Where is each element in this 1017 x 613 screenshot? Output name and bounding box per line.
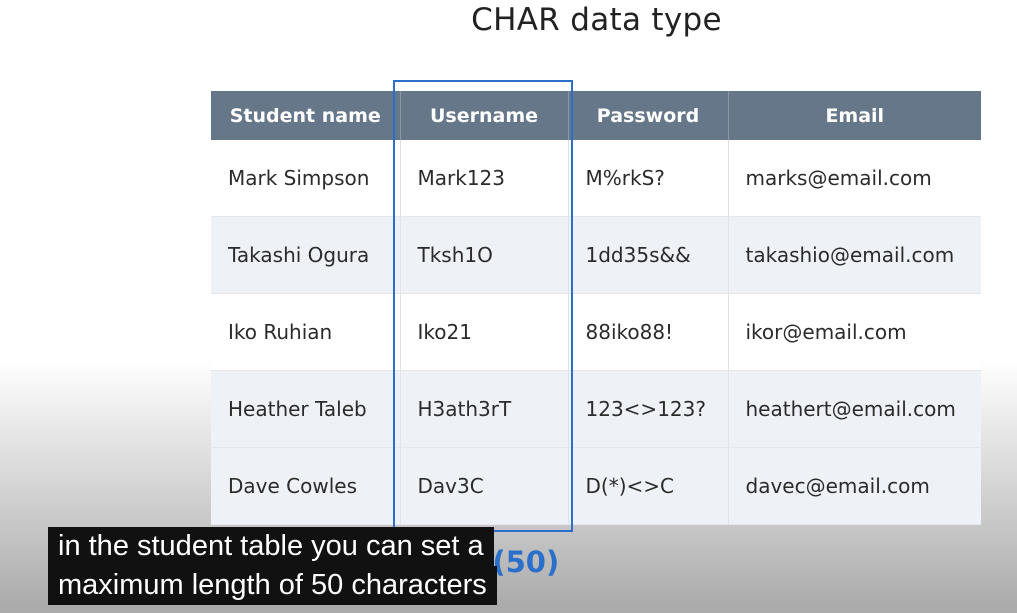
cell-email: takashio@email.com <box>728 216 981 294</box>
cell-email: marks@email.com <box>728 140 981 217</box>
cell-password: D(*)<>C <box>568 447 729 525</box>
cell-email: heathert@email.com <box>728 370 981 448</box>
cell-password: M%rkS? <box>568 140 729 217</box>
table-row: Dave Cowles Dav3C D(*)<>C davec@email.co… <box>211 447 981 525</box>
video-caption: in the student table you can set a maxim… <box>48 527 497 605</box>
header-email: Email <box>728 91 981 140</box>
table-header-row: Student name Username Password Email <box>211 91 981 140</box>
header-student-name: Student name <box>211 91 401 140</box>
caption-line-2: maximum length of 50 characters <box>48 566 497 605</box>
table-row: Heather Taleb H3ath3rT 123<>123? heather… <box>211 370 981 448</box>
cell-email: ikor@email.com <box>728 293 981 371</box>
cell-student-name: Mark Simpson <box>211 140 401 217</box>
student-table: Student name Username Password Email Mar… <box>211 91 981 525</box>
cell-student-name: Takashi Ogura <box>211 216 401 294</box>
cell-student-name: Heather Taleb <box>211 370 401 448</box>
cell-student-name: Dave Cowles <box>211 447 401 525</box>
table-row: Takashi Ogura Tksh1O 1dd35s&& takashio@e… <box>211 216 981 294</box>
slide-title: CHAR data type <box>471 2 722 38</box>
cell-email: davec@email.com <box>728 447 981 525</box>
header-password: Password <box>568 91 729 140</box>
table-row: Iko Ruhian Iko21 88iko88! ikor@email.com <box>211 293 981 371</box>
cell-password: 88iko88! <box>568 293 729 371</box>
cell-student-name: Iko Ruhian <box>211 293 401 371</box>
cell-password: 1dd35s&& <box>568 216 729 294</box>
table-row: Mark Simpson Mark123 M%rkS? marks@email.… <box>211 140 981 217</box>
username-column-highlight <box>393 80 573 532</box>
cell-password: 123<>123? <box>568 370 729 448</box>
caption-line-1: in the student table you can set a <box>48 527 494 566</box>
